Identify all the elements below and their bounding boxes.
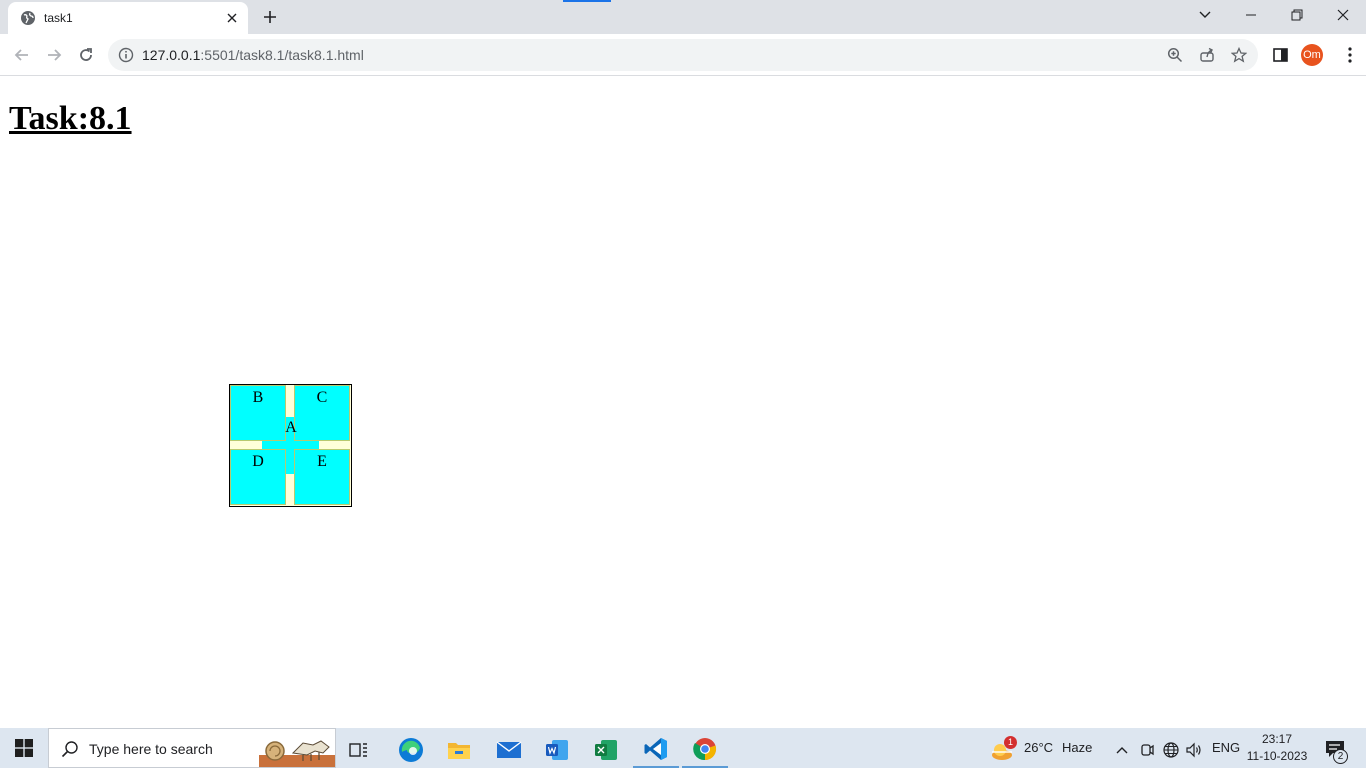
network-globe-icon[interactable]	[1160, 732, 1182, 768]
bookmark-star-icon[interactable]	[1228, 44, 1250, 66]
box-b: B	[230, 385, 286, 441]
chrome-icon[interactable]	[682, 732, 728, 768]
clock-time: 23:17	[1261, 732, 1293, 746]
weather-icon[interactable]	[982, 732, 1022, 768]
box-a-horizontal-fill	[262, 441, 319, 449]
box-a-label: A	[285, 419, 297, 436]
windows-start-icon[interactable]	[0, 728, 48, 768]
minimize-icon[interactable]	[1228, 0, 1274, 30]
weather-badge: 1	[1004, 736, 1017, 749]
windows-taskbar: Type here to search 1 26°C Haze ENG 23:1…	[0, 728, 1366, 768]
weather-temperature[interactable]: 26°C	[1024, 740, 1053, 756]
weather-condition[interactable]: Haze	[1062, 740, 1092, 756]
box-d: D	[230, 449, 286, 505]
loading-indicator	[563, 0, 611, 2]
volume-icon[interactable]	[1183, 732, 1205, 768]
page-heading: Task:8.1	[9, 100, 132, 137]
url-host: 127.0.0.1	[142, 47, 201, 63]
system-clock[interactable]: 23:17 11-10-2023	[1246, 731, 1308, 765]
url-text[interactable]: 127.0.0.1:5501/task8.1/task8.1.html	[142, 47, 364, 63]
search-placeholder: Type here to search	[89, 741, 213, 757]
url-path: :5501/task8.1/task8.1.html	[200, 47, 364, 63]
box-container: B C D E A	[229, 384, 352, 507]
page-viewport: Task:8.1 B C D E A	[0, 77, 1366, 728]
meet-now-icon[interactable]	[1137, 732, 1157, 768]
browser-toolbar: 127.0.0.1:5501/task8.1/task8.1.html Om	[0, 34, 1366, 76]
tab-close-icon[interactable]	[222, 8, 242, 28]
site-info-icon[interactable]	[118, 47, 134, 63]
edge-browser-icon[interactable]	[388, 732, 434, 768]
share-icon[interactable]	[1196, 44, 1218, 66]
tab-strip: task1	[0, 0, 1366, 34]
box-e: E	[294, 449, 350, 505]
search-highlight-fossil-icon	[259, 740, 335, 767]
reload-icon[interactable]	[72, 41, 100, 69]
zoom-icon[interactable]	[1164, 44, 1186, 66]
box-c: C	[294, 385, 350, 441]
tab-search-chevron-icon[interactable]	[1182, 0, 1228, 30]
menu-kebab-icon[interactable]	[1336, 41, 1364, 69]
back-icon[interactable]	[8, 41, 36, 69]
forward-icon[interactable]	[40, 41, 68, 69]
vscode-icon[interactable]	[633, 732, 679, 768]
task-view-icon[interactable]	[336, 732, 382, 768]
file-explorer-icon[interactable]	[436, 732, 482, 768]
browser-tab[interactable]: task1	[8, 2, 248, 34]
close-window-icon[interactable]	[1320, 0, 1366, 30]
notifications-count: 2	[1333, 749, 1348, 764]
tab-title: task1	[44, 11, 73, 25]
chevron-up-icon[interactable]	[1112, 732, 1132, 768]
new-tab-button[interactable]	[258, 5, 282, 29]
restore-icon[interactable]	[1274, 0, 1320, 30]
side-panel-icon[interactable]	[1266, 41, 1294, 69]
excel-icon[interactable]	[583, 732, 629, 768]
address-bar[interactable]: 127.0.0.1:5501/task8.1/task8.1.html	[108, 39, 1258, 71]
mail-icon[interactable]	[486, 732, 532, 768]
search-icon	[61, 741, 78, 758]
taskbar-search-box[interactable]: Type here to search	[48, 728, 336, 768]
word-icon[interactable]	[534, 732, 580, 768]
globe-icon	[21, 11, 35, 25]
clock-date: 11-10-2023	[1246, 749, 1308, 763]
profile-avatar[interactable]: Om	[1301, 44, 1323, 66]
language-indicator[interactable]: ENG	[1212, 740, 1240, 756]
